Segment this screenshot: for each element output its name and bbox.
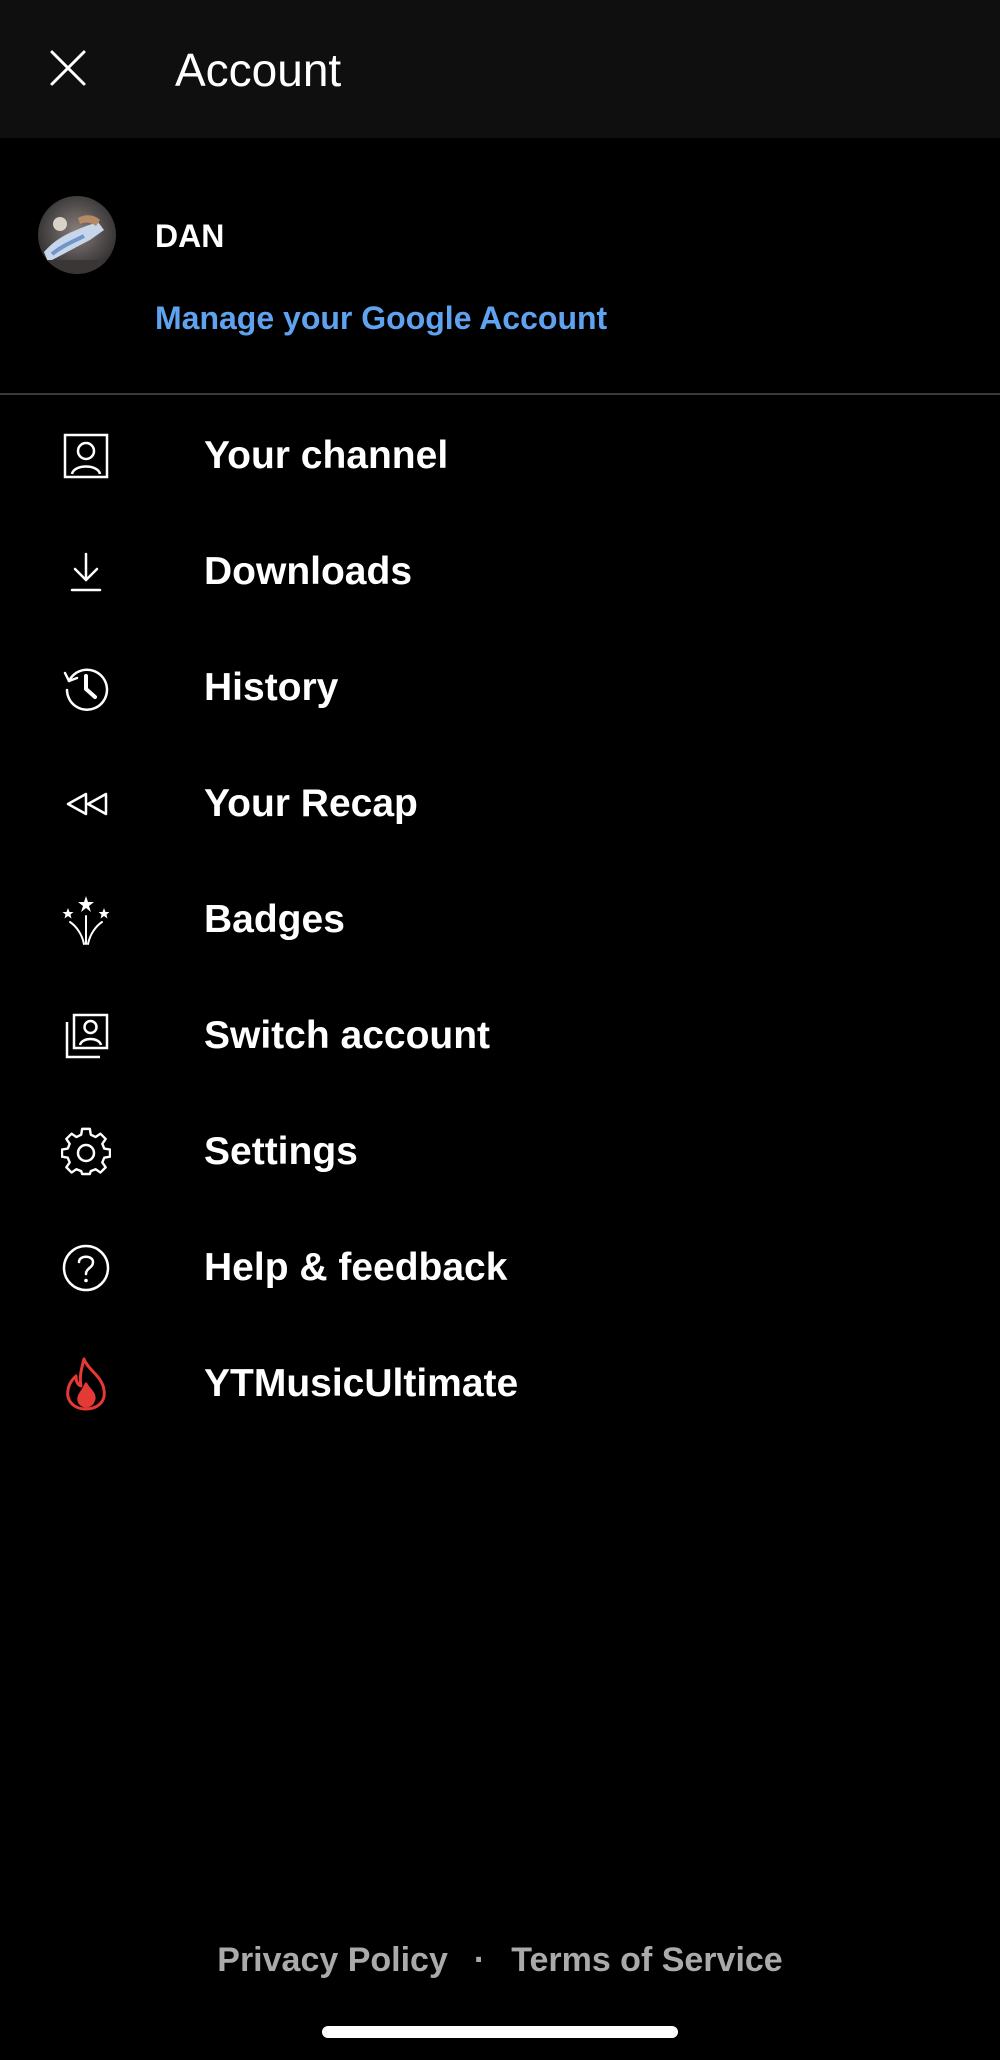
header: Account [0, 0, 1000, 138]
menu-item-label: Settings [204, 1130, 358, 1173]
menu-item-settings[interactable]: Settings [0, 1092, 1000, 1208]
account-summary: DAN Manage your Google Account [0, 138, 1000, 394]
menu-item-label: Your Recap [204, 782, 418, 825]
menu-item-label: History [204, 666, 339, 709]
close-button[interactable] [32, 32, 104, 104]
close-icon [50, 50, 86, 86]
menu-item-your-recap[interactable]: Your Recap [0, 744, 1000, 860]
menu-item-label: Badges [204, 898, 345, 941]
menu-item-label: Your channel [204, 434, 449, 477]
download-icon [58, 544, 114, 600]
footer-separator: · [473, 1941, 486, 1979]
user-name: DAN [155, 218, 225, 254]
menu-item-switch-account[interactable]: Switch account [0, 976, 1000, 1092]
menu-item-ytmusicultimate[interactable]: YTMusicUltimate [0, 1324, 1000, 1440]
switch-account-icon [58, 1008, 114, 1064]
home-indicator[interactable] [322, 2026, 678, 2038]
menu-item-badges[interactable]: Badges [0, 860, 1000, 976]
avatar[interactable] [38, 196, 116, 274]
menu-item-your-channel[interactable]: Your channel [0, 396, 1000, 512]
fireworks-icon [58, 892, 114, 948]
menu-item-label: Help & feedback [204, 1246, 508, 1289]
menu-item-label: Switch account [204, 1014, 491, 1057]
help-icon [58, 1240, 114, 1296]
menu-item-help-feedback[interactable]: Help & feedback [0, 1208, 1000, 1324]
person-box-icon [58, 428, 114, 484]
divider [0, 393, 1000, 395]
terms-of-service-link[interactable]: Terms of Service [511, 1938, 783, 1982]
page-title: Account [175, 44, 342, 96]
menu-item-label: YTMusicUltimate [204, 1362, 519, 1405]
privacy-policy-link[interactable]: Privacy Policy [217, 1938, 448, 1982]
history-icon [58, 660, 114, 716]
manage-google-account-link[interactable]: Manage your Google Account [155, 298, 607, 338]
rewind-icon [58, 776, 114, 832]
menu-item-downloads[interactable]: Downloads [0, 512, 1000, 628]
menu-item-history[interactable]: History [0, 628, 1000, 744]
gear-icon [58, 1124, 114, 1180]
flame-icon [58, 1356, 114, 1412]
account-menu: Your channel Downloads History Your Reca… [0, 396, 1000, 1440]
menu-item-label: Downloads [204, 550, 413, 593]
footer-links: Privacy Policy · Terms of Service [0, 1938, 1000, 1982]
